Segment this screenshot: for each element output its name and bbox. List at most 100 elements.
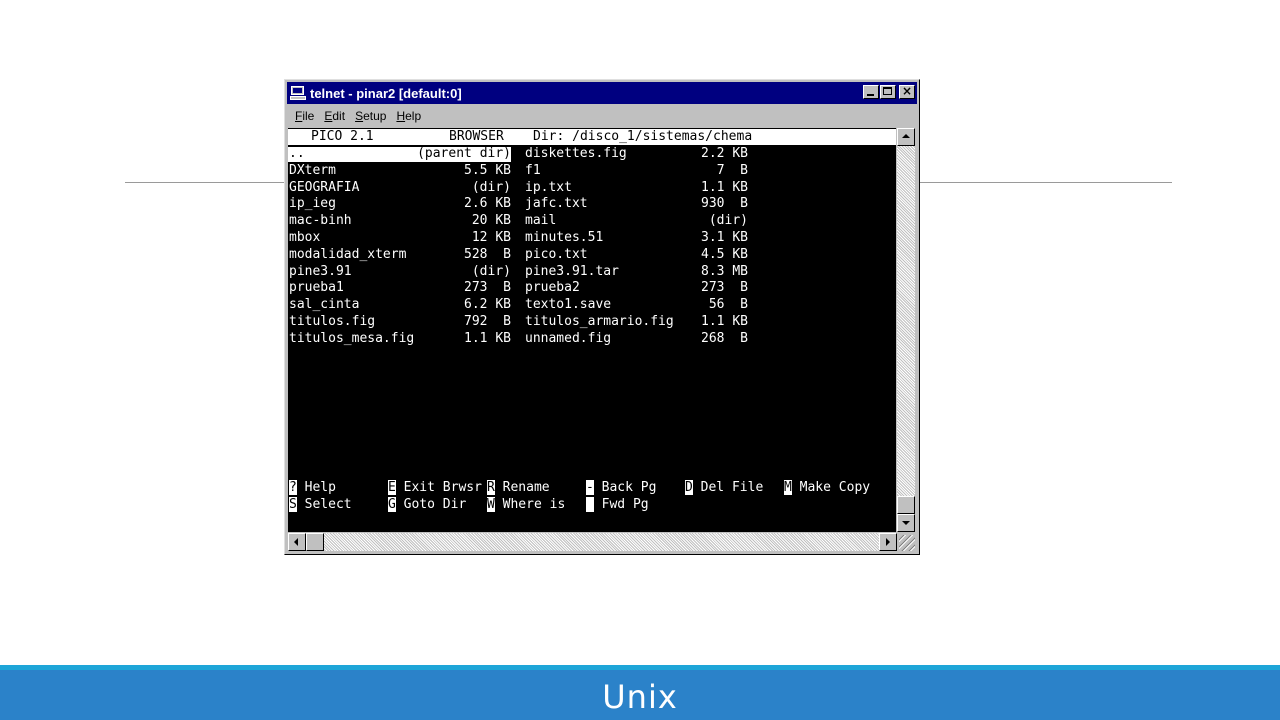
shortcut-key: M bbox=[784, 480, 792, 495]
file-size: 12 KB bbox=[471, 230, 511, 245]
file-name: pine3.91 bbox=[289, 263, 352, 279]
minimize-button[interactable] bbox=[863, 85, 879, 99]
shortcut-key: ? bbox=[289, 480, 297, 495]
shortcut-key bbox=[586, 497, 594, 512]
file-size: (parent dir) bbox=[417, 146, 511, 161]
close-button[interactable]: × bbox=[899, 84, 915, 99]
shortcut-label: Help bbox=[296, 480, 336, 495]
file-name: mail bbox=[525, 213, 557, 229]
shortcut-key: D bbox=[685, 480, 693, 495]
file-name: titulos_armario.fig bbox=[525, 314, 674, 329]
menu-edit[interactable]: Edit bbox=[324, 109, 345, 123]
shortcut-label: Where is bbox=[494, 497, 566, 512]
file-size: 7 B bbox=[716, 162, 748, 178]
file-size: 3.1 KB bbox=[701, 230, 748, 245]
file-name: f1 bbox=[525, 162, 541, 178]
command-shortcut[interactable]: G Goto Dir bbox=[388, 497, 466, 514]
slide-divider-right bbox=[920, 182, 1172, 183]
file-size: 4.5 KB bbox=[701, 246, 748, 262]
shortcut-key: W bbox=[487, 497, 495, 512]
shortcut-label: Goto Dir bbox=[395, 497, 467, 512]
slide-divider-left bbox=[125, 182, 285, 183]
arrow-down-icon bbox=[902, 521, 910, 525]
file-name: titulos_mesa.fig bbox=[289, 330, 415, 346]
file-name: DXterm bbox=[289, 162, 336, 178]
shortcut-key: S bbox=[289, 497, 297, 512]
telnet-window[interactable]: telnet - pinar2 [default:0] × File Edit … bbox=[284, 79, 920, 555]
file-size: 2.6 KB bbox=[464, 196, 511, 212]
file-name: ip_ieg bbox=[289, 196, 336, 212]
file-size: 268 B bbox=[701, 330, 748, 346]
file-size: 930 B bbox=[701, 196, 748, 212]
command-shortcut[interactable]: M Make Copy bbox=[784, 480, 870, 497]
file-name: minutes.51 bbox=[525, 230, 604, 245]
horizontal-scroll-thumb[interactable] bbox=[306, 533, 324, 551]
horizontal-scrollbar[interactable] bbox=[288, 533, 897, 551]
shortcut-label: Back Pg bbox=[593, 480, 657, 495]
file-size: 1.1 KB bbox=[701, 314, 748, 329]
arrow-left-icon bbox=[294, 538, 298, 546]
file-name: unnamed.fig bbox=[525, 330, 612, 346]
file-size: 1.1 KB bbox=[701, 179, 748, 195]
shortcut-key: - bbox=[586, 480, 594, 495]
command-shortcut[interactable]: W Where is bbox=[487, 497, 565, 514]
menu-setup[interactable]: Setup bbox=[355, 109, 386, 123]
file-size: 273 B bbox=[701, 280, 748, 296]
command-shortcut[interactable]: E Exit Brwsr bbox=[388, 480, 482, 497]
command-shortcut[interactable]: - Back Pg bbox=[586, 480, 656, 497]
file-name: titulos.fig bbox=[289, 314, 376, 329]
menu-file[interactable]: File bbox=[295, 109, 314, 123]
command-shortcut[interactable]: S Select bbox=[289, 497, 352, 514]
pico-header: PICO 2.1 BROWSER Dir: /disco_1/sistemas/… bbox=[288, 129, 896, 145]
shortcut-label: Exit Brwsr bbox=[395, 480, 482, 495]
vertical-scroll-thumb[interactable] bbox=[897, 496, 915, 514]
file-name: ip.txt bbox=[525, 179, 572, 195]
file-name: pico.txt bbox=[525, 246, 588, 262]
shortcut-label: Del File bbox=[692, 480, 764, 495]
scroll-left-button[interactable] bbox=[288, 533, 306, 551]
arrow-right-icon bbox=[886, 538, 890, 546]
scroll-right-button[interactable] bbox=[879, 533, 897, 551]
file-size: 6.2 KB bbox=[464, 297, 511, 313]
command-shortcut[interactable]: R Rename bbox=[487, 480, 550, 497]
file-size: 20 KB bbox=[471, 213, 511, 229]
file-size: 273 B bbox=[464, 280, 511, 296]
maximize-button[interactable] bbox=[880, 85, 896, 99]
slide-title: Unix bbox=[602, 678, 678, 716]
window-title: telnet - pinar2 [default:0] bbox=[310, 85, 462, 101]
shortcut-key: E bbox=[388, 480, 396, 495]
shortcut-label: Make Copy bbox=[791, 480, 871, 495]
command-shortcut[interactable]: ? Help bbox=[289, 480, 336, 497]
terminal-screen[interactable]: PICO 2.1 BROWSER Dir: /disco_1/sistemas/… bbox=[288, 128, 896, 532]
command-shortcut[interactable]: D Del File bbox=[685, 480, 763, 497]
shortcut-key: G bbox=[388, 497, 396, 512]
file-size: 56 B bbox=[708, 297, 748, 313]
vertical-scrollbar[interactable] bbox=[897, 128, 915, 532]
file-name: prueba2 bbox=[525, 280, 580, 296]
title-bar[interactable]: telnet - pinar2 [default:0] × bbox=[287, 82, 917, 104]
file-size: 792 B bbox=[464, 314, 511, 329]
file-name: GEOGRAFIA bbox=[289, 179, 360, 195]
menu-help[interactable]: Help bbox=[396, 109, 421, 123]
slide-footer: Unix bbox=[0, 665, 1280, 720]
arrow-up-icon bbox=[902, 134, 910, 138]
scroll-down-button[interactable] bbox=[897, 514, 915, 532]
terminal-icon[interactable] bbox=[290, 86, 306, 100]
file-name: modalidad_xterm bbox=[289, 246, 407, 262]
menu-bar: File Edit Setup Help bbox=[289, 107, 425, 125]
file-size: 528 B bbox=[464, 246, 511, 262]
file-name: pine3.91.tar bbox=[525, 263, 619, 279]
file-size: (dir) bbox=[471, 263, 511, 279]
file-name: .. bbox=[289, 146, 305, 161]
scroll-up-button[interactable] bbox=[897, 128, 915, 146]
file-size: (dir) bbox=[471, 179, 511, 195]
header-mode: BROWSER bbox=[449, 129, 504, 144]
file-name: jafc.txt bbox=[525, 196, 588, 212]
header-dir: Dir: /disco_1/sistemas/chema bbox=[533, 129, 753, 144]
file-size: (dir) bbox=[708, 213, 748, 229]
file-name: mbox bbox=[289, 230, 321, 245]
file-size: 1.1 KB bbox=[464, 330, 511, 346]
resize-grip-icon[interactable] bbox=[897, 533, 915, 551]
command-shortcut[interactable]: Fwd Pg bbox=[586, 497, 649, 514]
file-name: texto1.save bbox=[525, 297, 612, 313]
